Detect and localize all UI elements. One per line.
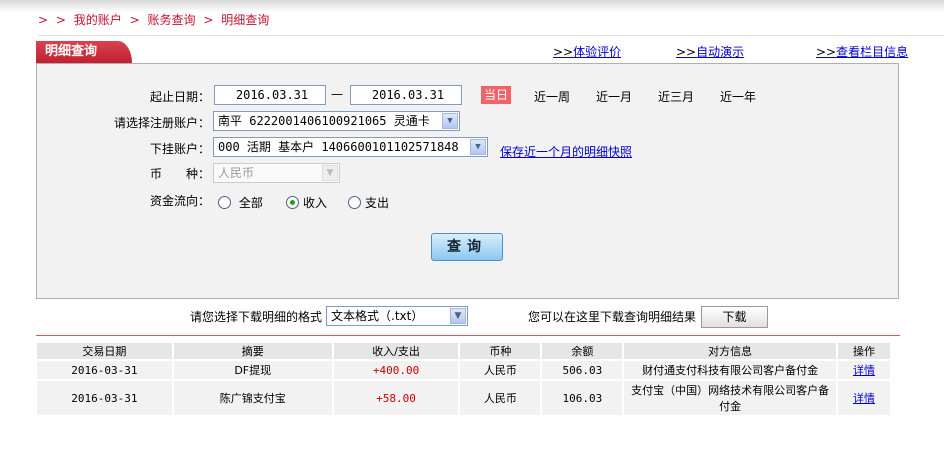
flow-income-radio[interactable]: 收入 [286, 194, 327, 211]
chevron-down-icon: ▼ [450, 308, 466, 324]
divider [36, 335, 900, 336]
col-summary: 摘要 [172, 343, 334, 360]
radio-label: 收入 [303, 196, 328, 210]
breadcrumb-detail-query: 明细查询 [221, 13, 270, 27]
details-link[interactable]: 详情 [853, 364, 875, 377]
link-prefix: >> [553, 45, 574, 59]
date-label: 起止日期： [149, 90, 210, 104]
radio-icon [348, 196, 361, 209]
cell-balance: 506.03 [541, 359, 625, 380]
table-header: 交易日期 摘要 收入/支出 币种 余额 对方信息 操作 [37, 343, 892, 360]
cell-counterparty: 支付宝（中国）网络技术有限公司客户备付金 [623, 379, 839, 415]
account-label: 请选择注册账户： [113, 116, 210, 130]
chevron-down-icon: ▼ [442, 113, 458, 129]
feedback-link[interactable]: >>体验评价 [553, 43, 621, 60]
tab-detail-query[interactable]: 明细查询 [36, 41, 132, 63]
breadcrumb-sep: > [55, 13, 66, 27]
col-counterparty: 对方信息 [623, 343, 839, 360]
link-prefix: >> [816, 45, 837, 59]
cell-amount: +400.00 [332, 359, 461, 380]
breadcrumb-sep: > [38, 13, 49, 27]
demo-link[interactable]: >>自动演示 [676, 43, 744, 60]
cell-counterparty: 财付通支付科技有限公司客户备付金 [623, 359, 839, 380]
sub-account-select[interactable]: 000 活期 基本户 1406600101102571848 ▼ [213, 137, 488, 157]
col-balance: 余额 [541, 343, 625, 360]
date-separator: — [331, 87, 343, 101]
format-select[interactable]: 文本格式（.txt） ▼ [326, 306, 468, 326]
cell-date: 2016-03-31 [37, 379, 174, 415]
col-action: 操作 [837, 343, 892, 360]
breadcrumb-sep: > [203, 13, 214, 27]
radio-icon [218, 196, 231, 209]
query-button[interactable]: 查询 [431, 233, 503, 261]
quick-3month-button[interactable]: 近三月 [658, 88, 694, 105]
quick-week-button[interactable]: 近一周 [534, 88, 570, 105]
cell-currency: 人民币 [459, 379, 543, 415]
details-link[interactable]: 详情 [853, 392, 875, 405]
currency-select[interactable]: 人民币 ▼ [213, 163, 340, 183]
link-label: 查看栏目信息 [836, 45, 909, 59]
download-hint: 您可以在这里下载查询明细结果 [528, 310, 697, 324]
end-date-input[interactable]: 2016.03.31 [350, 85, 462, 105]
cell-summary: 陈广锦支付宝 [172, 379, 334, 415]
sub-account-value: 000 活期 基本户 1406600101102571848 [218, 140, 459, 154]
col-amount: 收入/支出 [332, 343, 461, 360]
link-label: 自动演示 [696, 45, 745, 59]
breadcrumb-sep: > [129, 13, 140, 27]
currency-value: 人民币 [218, 166, 255, 180]
breadcrumb: > > 我的账户 > 账务查询 > 明细查询 [38, 11, 273, 28]
format-label: 请您选择下载明细的格式 [190, 310, 323, 324]
breadcrumb-account-query[interactable]: 账务查询 [148, 13, 196, 27]
breadcrumb-my-account[interactable]: 我的账户 [74, 13, 122, 27]
chevron-down-icon: ▼ [322, 165, 338, 181]
quick-year-button[interactable]: 近一年 [720, 88, 756, 105]
link-prefix: >> [676, 45, 697, 59]
sub-account-label: 下挂账户： [149, 142, 210, 156]
radio-checked-icon [286, 196, 299, 209]
flow-all-radio[interactable]: 全部 [218, 194, 263, 211]
cell-summary: DF提现 [172, 359, 334, 380]
start-date-input[interactable]: 2016.03.31 [214, 85, 326, 105]
radio-label: 全部 [238, 196, 263, 210]
table-row: 2016-03-31 陈广锦支付宝 +58.00 人民币 106.03 支付宝（… [37, 379, 892, 415]
detail-table: 交易日期 摘要 收入/支出 币种 余额 对方信息 操作 2016-03-31 D… [37, 343, 892, 415]
col-currency: 币种 [459, 343, 543, 360]
currency-label: 币 种： [149, 167, 210, 181]
cell-date: 2016-03-31 [37, 359, 174, 380]
radio-label: 支出 [365, 196, 390, 210]
account-select[interactable]: 南平 6222001406100921065 灵通卡 ▼ [213, 111, 460, 131]
cell-amount: +58.00 [332, 379, 461, 415]
flow-expense-radio[interactable]: 支出 [348, 194, 389, 211]
table-row: 2016-03-31 DF提现 +400.00 人民币 506.03 财付通支付… [37, 359, 892, 380]
quick-month-button[interactable]: 近一月 [596, 88, 632, 105]
download-button[interactable]: 下载 [701, 306, 768, 328]
column-info-link[interactable]: >>查看栏目信息 [816, 43, 908, 60]
divider [38, 35, 944, 36]
link-label: 体验评价 [573, 45, 622, 59]
account-value: 南平 6222001406100921065 灵通卡 [218, 114, 430, 128]
format-value: 文本格式（.txt） [331, 309, 424, 323]
col-date: 交易日期 [37, 343, 174, 360]
cell-balance: 106.03 [541, 379, 625, 415]
save-snapshot-link[interactable]: 保存近一个月的明细快照 [500, 143, 632, 160]
cell-currency: 人民币 [459, 359, 543, 380]
chevron-down-icon: ▼ [470, 139, 486, 155]
quick-today-button[interactable]: 当日 [481, 86, 511, 104]
flow-label: 资金流向： [149, 194, 210, 208]
